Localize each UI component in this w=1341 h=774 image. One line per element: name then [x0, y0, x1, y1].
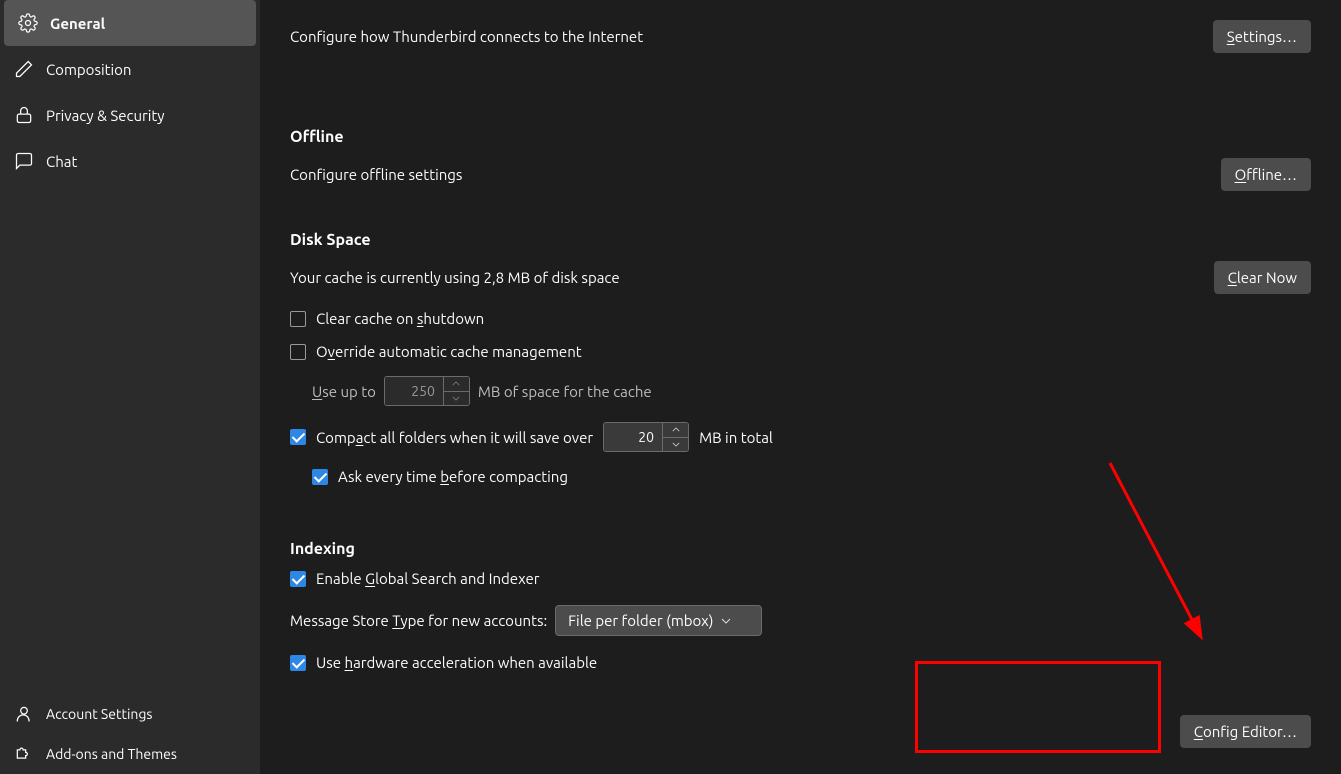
cache-row: Your cache is currently using 2,8 MB of … — [290, 261, 1311, 294]
global-search-label: Enable Global Search and Indexer — [316, 570, 539, 587]
hw-accel-label: Use hardware acceleration when available — [316, 654, 597, 671]
cache-limit-input — [385, 377, 443, 405]
chevron-up-icon[interactable] — [663, 423, 688, 438]
sidebar-item-label: Composition — [46, 61, 132, 78]
compact-input[interactable] — [604, 423, 662, 451]
compact-suffix: MB in total — [699, 429, 773, 446]
cache-limit-spinner — [443, 377, 469, 405]
cache-limit-stepper — [384, 376, 470, 406]
clear-on-shutdown-label: Clear cache on shutdown — [316, 310, 484, 327]
override-cache-label: Override automatic cache management — [316, 343, 582, 360]
sidebar-item-general[interactable]: General — [4, 0, 256, 46]
pencil-icon — [14, 59, 34, 79]
cache-limit-row: Use up to MB of space for the cache — [312, 376, 1311, 406]
sidebar-main-nav: General Composition Privacy & Security C… — [0, 0, 260, 694]
lock-icon — [14, 105, 34, 125]
config-editor-row: Config Editor… — [290, 715, 1311, 748]
account-settings-icon — [14, 704, 34, 724]
offline-button[interactable]: Offline… — [1221, 158, 1311, 191]
hw-accel-checkbox[interactable] — [290, 655, 306, 671]
global-search-row: Enable Global Search and Indexer — [290, 570, 1311, 587]
network-desc: Configure how Thunderbird connects to th… — [290, 28, 643, 45]
ask-compact-checkbox[interactable] — [312, 469, 328, 485]
compact-row: Compact all folders when it will save ov… — [290, 422, 1311, 452]
sidebar-item-chat[interactable]: Chat — [0, 138, 260, 184]
clear-now-button[interactable]: Clear Now — [1214, 261, 1311, 294]
gear-icon — [18, 13, 38, 33]
sidebar-item-privacy-security[interactable]: Privacy & Security — [0, 92, 260, 138]
offline-desc: Configure offline settings — [290, 166, 462, 183]
disk-heading: Disk Space — [290, 231, 1311, 249]
sidebar-footer-nav: Account Settings Add-ons and Themes — [0, 694, 260, 774]
store-type-row: Message Store Type for new accounts: Fil… — [290, 605, 1311, 636]
offline-heading: Offline — [290, 128, 1311, 146]
store-type-value: File per folder (mbox) — [568, 612, 713, 629]
ask-compact-label: Ask every time before compacting — [338, 468, 568, 485]
chevron-down-icon — [444, 392, 469, 406]
hw-accel-row: Use hardware acceleration when available — [290, 654, 1311, 671]
sidebar-item-label: General — [50, 15, 105, 32]
clear-on-shutdown-row: Clear cache on shutdown — [290, 310, 1311, 327]
compact-label: Compact all folders when it will save ov… — [316, 429, 593, 446]
offline-row: Configure offline settings Offline… — [290, 158, 1311, 191]
network-row: Configure how Thunderbird connects to th… — [290, 20, 1311, 53]
main-content: Configure how Thunderbird connects to th… — [260, 0, 1341, 774]
clear-on-shutdown-checkbox[interactable] — [290, 311, 306, 327]
cache-limit-label: Use up to — [312, 383, 376, 400]
sidebar-item-account-settings[interactable]: Account Settings — [0, 694, 260, 734]
ask-compact-row: Ask every time before compacting — [312, 468, 1311, 485]
sidebar-item-label: Chat — [46, 153, 77, 170]
sidebar-item-label: Account Settings — [46, 706, 153, 722]
settings-button[interactable]: Settings… — [1213, 20, 1311, 53]
chevron-down-icon[interactable] — [663, 438, 688, 452]
chevron-up-icon — [444, 377, 469, 392]
global-search-checkbox[interactable] — [290, 571, 306, 587]
config-editor-button[interactable]: Config Editor… — [1180, 715, 1311, 748]
cache-desc: Your cache is currently using 2,8 MB of … — [290, 269, 620, 286]
store-type-select[interactable]: File per folder (mbox) — [555, 605, 762, 636]
compact-spinner[interactable] — [662, 423, 688, 451]
compact-stepper[interactable] — [603, 422, 689, 452]
store-type-label: Message Store Type for new accounts: — [290, 612, 547, 629]
override-cache-checkbox[interactable] — [290, 344, 306, 360]
override-cache-row: Override automatic cache management — [290, 343, 1311, 360]
sidebar-item-label: Add-ons and Themes — [46, 746, 177, 762]
sidebar: General Composition Privacy & Security C… — [0, 0, 260, 774]
chat-icon — [14, 151, 34, 171]
sidebar-item-addons[interactable]: Add-ons and Themes — [0, 734, 260, 774]
compact-checkbox[interactable] — [290, 429, 306, 445]
puzzle-icon — [14, 744, 34, 764]
indexing-heading: Indexing — [290, 540, 1311, 558]
cache-limit-suffix: MB of space for the cache — [478, 383, 652, 400]
sidebar-item-composition[interactable]: Composition — [0, 46, 260, 92]
sidebar-item-label: Privacy & Security — [46, 107, 165, 124]
chevron-down-icon — [721, 618, 731, 624]
